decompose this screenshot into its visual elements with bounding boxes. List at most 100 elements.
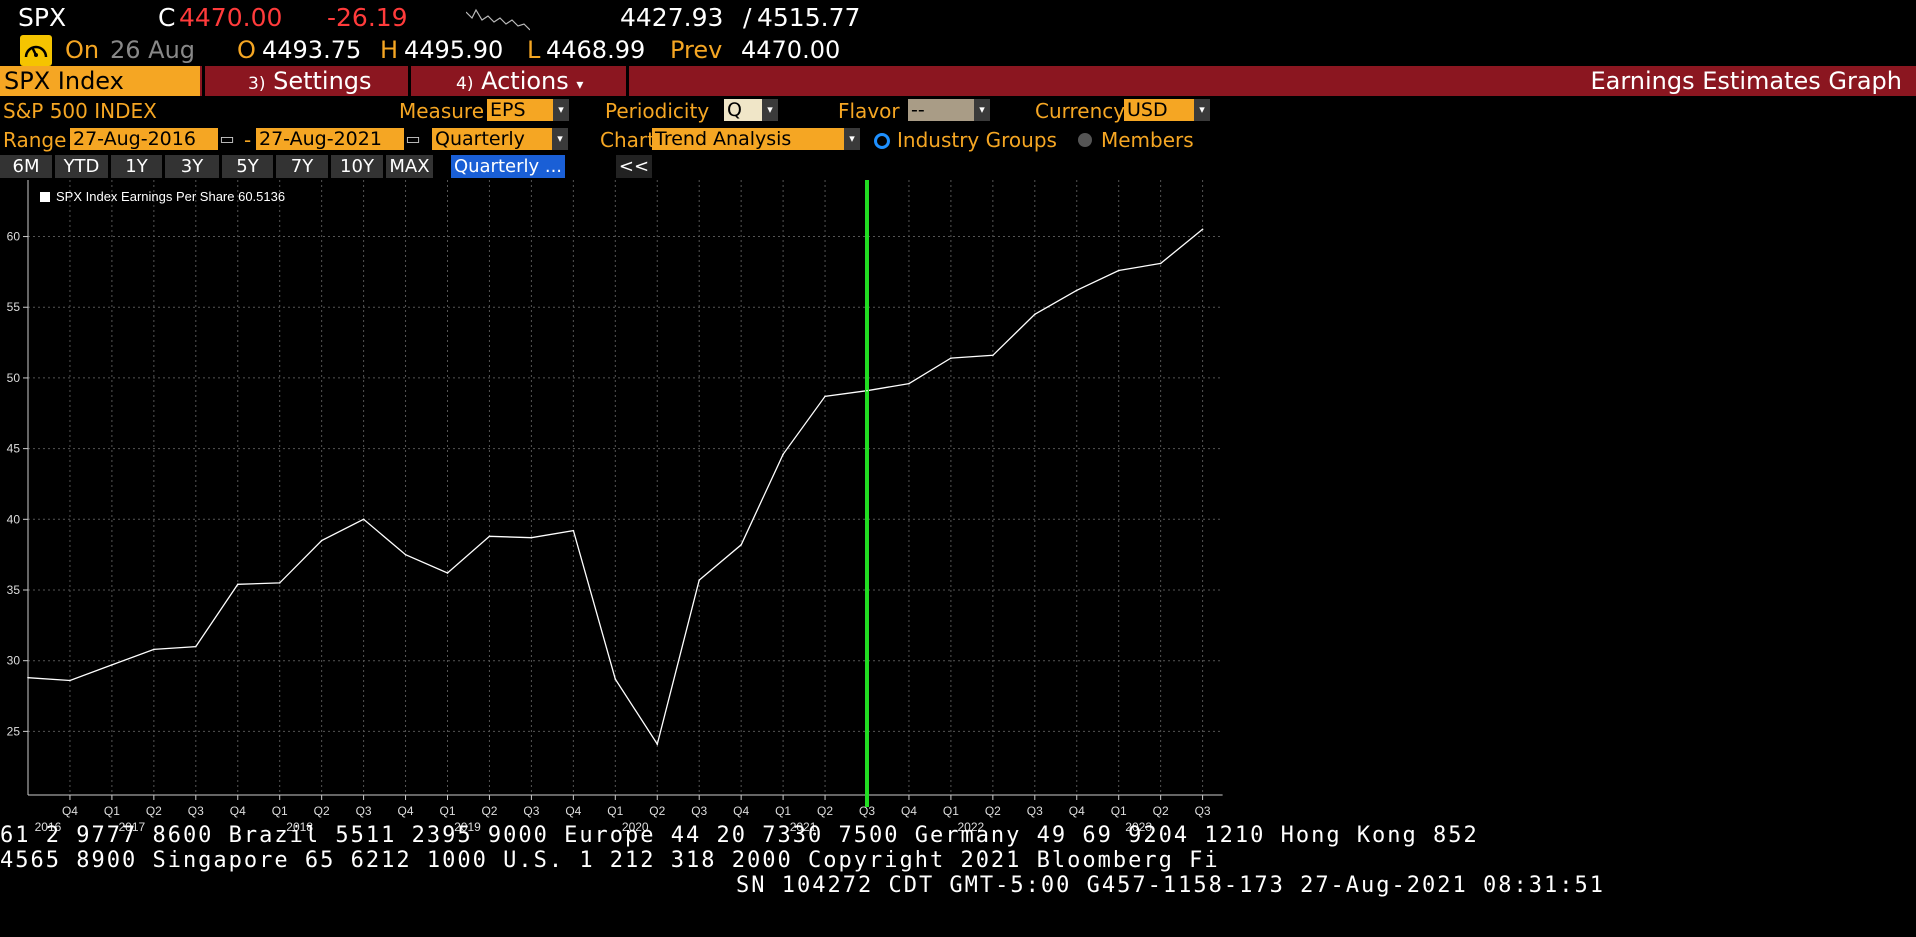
- eps-data-point: [1201, 228, 1204, 231]
- eps-data-point: [908, 382, 910, 385]
- tab-divider: [202, 66, 205, 96]
- currency-select[interactable]: USD: [1124, 99, 1194, 121]
- ticker: SPX: [18, 3, 67, 32]
- period-button-3y[interactable]: 3Y: [165, 155, 219, 178]
- period-button-max[interactable]: MAX: [386, 155, 433, 178]
- x-tick-label: Q4: [230, 804, 246, 818]
- period-button-7y[interactable]: 7Y: [276, 155, 328, 178]
- eps-data-point: [992, 354, 994, 357]
- x-tick-label: Q1: [607, 804, 623, 818]
- eps-chart[interactable]: 25 30 35 40 45 50 55 60 Q4 Q1 Q2 Q3 Q4 Q1 Q2 Q3 Q4 Q1 Q2 Q…: [0, 180, 1230, 832]
- chart-type-select[interactable]: Trend Analysis: [652, 128, 844, 150]
- eps-data-point: [698, 579, 700, 581]
- periodicity-label: Periodicity: [605, 99, 710, 123]
- x-tick-label: Q3: [1195, 804, 1211, 818]
- actions-button[interactable]: 4) Actions ▾: [456, 66, 583, 96]
- eps-data-point: [362, 518, 365, 521]
- collapse-button[interactable]: <<: [616, 155, 652, 178]
- security-tab[interactable]: SPX Index: [0, 66, 200, 96]
- calendar-icon[interactable]: ▭: [404, 128, 422, 150]
- eps-data-point: [614, 678, 617, 680]
- settings-number: 3): [248, 74, 266, 94]
- tab-divider: [626, 66, 629, 96]
- eps-data-point: [69, 679, 71, 682]
- range-start-input[interactable]: 27-Aug-2016: [70, 128, 218, 150]
- eps-data-point: [446, 572, 449, 574]
- y-tick-label: 40: [7, 512, 21, 526]
- chevron-down-icon[interactable]: ▾: [974, 99, 990, 121]
- y-tick-label: 55: [7, 300, 21, 314]
- eps-data-point: [111, 664, 113, 666]
- eps-data-point: [656, 743, 659, 745]
- eps-data-point: [278, 582, 281, 584]
- eps-data-point: [1117, 269, 1120, 272]
- chevron-down-icon[interactable]: ▾: [1194, 99, 1210, 121]
- footer-contacts-1: 61 2 9777 8600 Brazil 5511 2395 9000 Eur…: [0, 823, 1479, 848]
- eps-data-point: [1034, 313, 1036, 316]
- eps-data-point: [824, 395, 826, 398]
- open-label: O: [237, 36, 256, 64]
- x-tick-label: Q3: [1027, 804, 1043, 818]
- x-tick-label: Q4: [1069, 804, 1085, 818]
- chevron-down-icon[interactable]: ▾: [762, 99, 778, 121]
- security-name: S&P 500 INDEX: [3, 99, 157, 123]
- eps-data-point: [404, 553, 407, 556]
- period-button-6m[interactable]: 6M: [0, 155, 52, 178]
- x-tick-label: Q1: [104, 804, 120, 818]
- high-price: 4495.90: [404, 36, 504, 64]
- range-label: Range: [3, 128, 67, 152]
- y-tick-label: 30: [7, 654, 21, 668]
- sparkline-icon: [466, 8, 530, 31]
- legend-label: SPX Index Earnings Per Share 60.5136: [56, 189, 285, 204]
- calendar-icon[interactable]: ▭: [218, 128, 236, 150]
- eps-data-point: [195, 645, 197, 648]
- x-tick-label: Q4: [901, 804, 917, 818]
- low-label: L: [527, 36, 541, 64]
- period-button-10y[interactable]: 10Y: [331, 155, 383, 178]
- chevron-down-icon[interactable]: ▾: [552, 128, 568, 150]
- period-button-1y[interactable]: 1Y: [111, 155, 162, 178]
- periodicity-select[interactable]: Q: [724, 99, 764, 121]
- industry-groups-radio[interactable]: [874, 133, 890, 149]
- x-tick-label: Q1: [439, 804, 455, 818]
- members-radio[interactable]: [1078, 133, 1092, 147]
- range-end-input[interactable]: 27-Aug-2021: [256, 128, 404, 150]
- x-tick-label: Q2: [146, 804, 162, 818]
- period-button-5y[interactable]: 5Y: [222, 155, 273, 178]
- actions-label: Actions: [481, 67, 569, 95]
- bid-ask-separator: /: [743, 3, 752, 32]
- measure-select[interactable]: EPS: [487, 99, 557, 121]
- chevron-down-icon[interactable]: ▾: [844, 128, 860, 150]
- x-tick-label: Q3: [188, 804, 204, 818]
- close-price: 4470.00: [179, 3, 283, 32]
- eps-data-point: [1075, 289, 1078, 292]
- x-tick-label: Q3: [523, 804, 539, 818]
- chart-label: Chart: [600, 128, 655, 152]
- x-tick-label: Q1: [272, 804, 288, 818]
- x-tick-label: Q3: [356, 804, 372, 818]
- period-button-ytd[interactable]: YTD: [55, 155, 108, 178]
- footer-contacts-2: 4565 8900 Singapore 65 6212 1000 U.S. 1 …: [0, 848, 1220, 873]
- prev-label: Prev: [670, 36, 723, 64]
- range-period-select[interactable]: Quarterly: [432, 128, 552, 150]
- settings-label: Settings: [273, 67, 372, 95]
- x-tick-label: Q1: [1111, 804, 1127, 818]
- chevron-down-icon[interactable]: ▾: [553, 99, 569, 121]
- footer-session-info: SN 104272 CDT GMT-5:00 G457-1158-173 27-…: [736, 873, 1605, 898]
- flavor-select[interactable]: --: [908, 99, 974, 121]
- x-tick-label: Q2: [314, 804, 330, 818]
- speedometer-icon[interactable]: [20, 35, 52, 66]
- y-tick-label: 60: [7, 230, 21, 244]
- quarterly-button[interactable]: Quarterly ...: [451, 155, 565, 178]
- y-tick-label: 50: [7, 371, 21, 385]
- eps-data-point: [320, 539, 323, 542]
- chart-grid: [28, 180, 1223, 795]
- eps-data-point: [236, 583, 239, 586]
- eps-data-point: [740, 543, 742, 546]
- x-tick-label: Q2: [649, 804, 665, 818]
- settings-button[interactable]: 3) Settings: [248, 66, 372, 96]
- on-label: On: [65, 36, 100, 64]
- flavor-label: Flavor: [838, 99, 900, 123]
- high-label: H: [380, 36, 399, 64]
- y-axis: 25 30 35 40 45 50 55 60: [7, 180, 29, 795]
